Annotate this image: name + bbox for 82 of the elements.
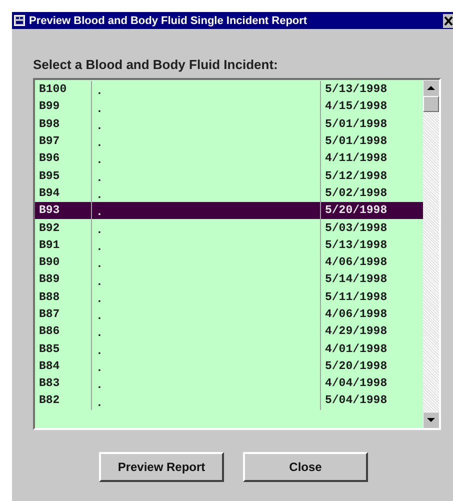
table-cell: . [91,340,320,358]
table-cell: . [91,167,320,185]
incident-id: B92 [38,222,61,235]
table-cell: . [91,219,320,237]
window-title: Preview Blood and Body Fluid Single Incident Report [29,14,308,26]
incident-date: 4/11/1998 [320,150,388,168]
table-cell: . [91,81,320,98]
list-row[interactable]: B84 . 5/20/1998 [35,358,423,376]
incident-date: 4/15/1998 [320,98,388,116]
table-cell: . [91,132,320,150]
incident-id: B90 [38,256,61,270]
incident-date: 5/12/1998 [320,167,388,185]
list-label: Select a Blood and Body Fluid Incident: [33,57,279,72]
preview-report-button[interactable]: Preview Report [99,452,224,482]
incident-date: 5/01/1998 [320,116,388,133]
table-cell: . [91,254,320,272]
incident-date: 5/13/1998 [320,236,388,254]
table-cell: . [91,358,320,376]
scroll-down-icon[interactable] [423,412,439,428]
scrollbar[interactable] [423,80,439,428]
table-cell: . [91,271,320,289]
incident-date: 5/03/1998 [320,219,388,237]
table-cell: . [91,202,320,220]
incident-id: B94 [38,186,61,200]
incident-id: B83 [38,377,61,390]
list-row[interactable]: B99 . 4/15/1998 [35,98,423,116]
incident-date: 5/20/1998 [320,358,388,376]
list-row[interactable]: B89 . 5/14/1998 [35,271,423,289]
incident-id: B95 [38,170,61,183]
incident-date: 4/29/1998 [320,323,388,340]
table-cell: . [91,236,320,254]
table-cell: . [91,306,320,324]
incident-id: B88 [38,290,61,304]
incident-id: B89 [38,273,61,286]
list-row[interactable]: B86 . 4/29/1998 [35,323,423,340]
table-cell: . [91,375,320,392]
incident-id: B84 [38,360,61,373]
list-row[interactable]: B96 . 4/11/1998 [35,150,423,168]
incident-id: B100 [38,83,68,96]
incident-date: 4/06/1998 [320,306,388,324]
incident-id: B82 [38,394,61,408]
table-cell: . [91,392,320,410]
incident-date: 4/01/1998 [320,340,388,358]
table-cell: . [91,288,320,306]
list-row[interactable]: B82 . 5/04/1998 [35,392,423,410]
incident-id: B87 [38,308,61,321]
list-row[interactable]: B92 . 5/03/1998 [35,219,423,237]
incident-date: 5/11/1998 [320,288,388,306]
list-row[interactable]: B93 . 5/20/1998 [35,202,423,220]
incident-id: B91 [38,238,61,252]
list-row[interactable]: B97 . 5/01/1998 [35,132,423,150]
incident-date: 4/04/1998 [320,375,388,392]
list-row[interactable]: B85 . 4/01/1998 [35,340,423,358]
list-row[interactable]: B90 . 4/06/1998 [35,254,423,272]
incident-date: 5/20/1998 [320,202,388,220]
incident-date: 5/13/1998 [320,81,388,98]
list-row[interactable]: B98 . 5/01/1998 [35,116,423,133]
incident-date: 5/04/1998 [320,392,388,410]
list-row[interactable]: B88 . 5/11/1998 [35,288,423,306]
list-row[interactable]: B91 . 5/13/1998 [35,236,423,254]
incident-id: B97 [38,135,61,148]
table-cell: . [91,150,320,168]
table-cell: . [91,98,320,116]
incident-id: B93 [38,204,61,218]
incident-date: 5/01/1998 [320,132,388,150]
scroll-up-icon[interactable] [423,80,439,96]
incident-id: B98 [38,118,61,131]
incident-id: B99 [38,100,61,114]
incident-date: 5/14/1998 [320,271,388,289]
list-row[interactable]: B95 . 5/12/1998 [35,167,423,185]
list-row[interactable]: B83 . 4/04/1998 [35,375,423,392]
incident-id: B86 [38,325,61,338]
table-cell: . [91,116,320,133]
incident-id: B85 [38,342,61,356]
list-row[interactable]: B100 . 5/13/1998 [35,81,423,98]
scroll-thumb[interactable] [423,96,439,112]
close-button[interactable]: Close [243,452,368,482]
list-row[interactable]: B87 . 4/06/1998 [35,306,423,324]
incident-date: 4/06/1998 [320,254,388,272]
close-icon[interactable] [443,14,453,28]
incident-id: B96 [38,152,61,166]
table-cell: . [91,323,320,340]
